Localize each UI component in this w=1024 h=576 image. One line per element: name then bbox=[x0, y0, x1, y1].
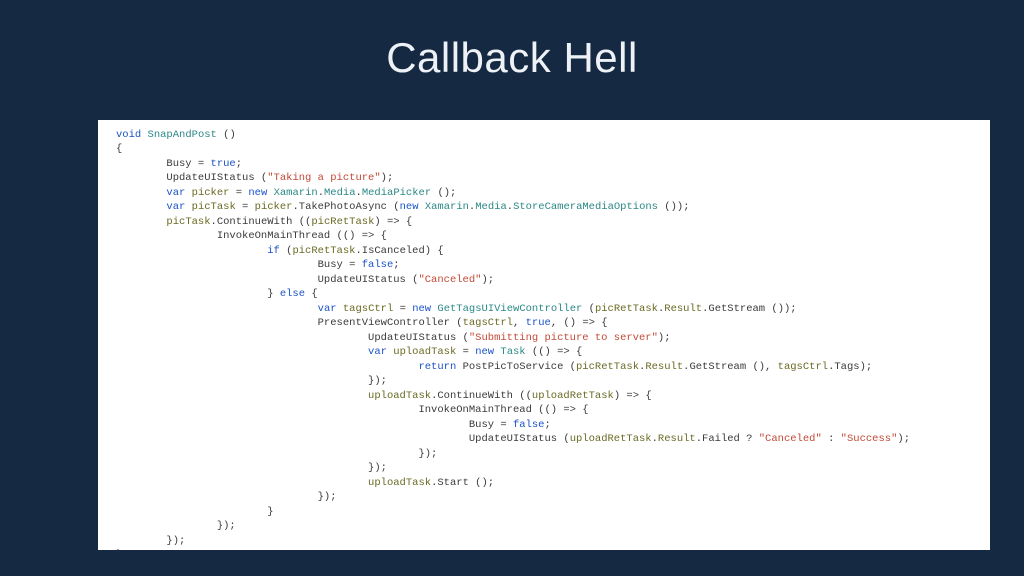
code-snippet: void SnapAndPost () { Busy = true; Updat… bbox=[116, 128, 980, 550]
code-snippet-container: void SnapAndPost () { Busy = true; Updat… bbox=[98, 120, 990, 550]
slide-title: Callback Hell bbox=[0, 0, 1024, 82]
slide: Callback Hell void SnapAndPost () { Busy… bbox=[0, 0, 1024, 576]
